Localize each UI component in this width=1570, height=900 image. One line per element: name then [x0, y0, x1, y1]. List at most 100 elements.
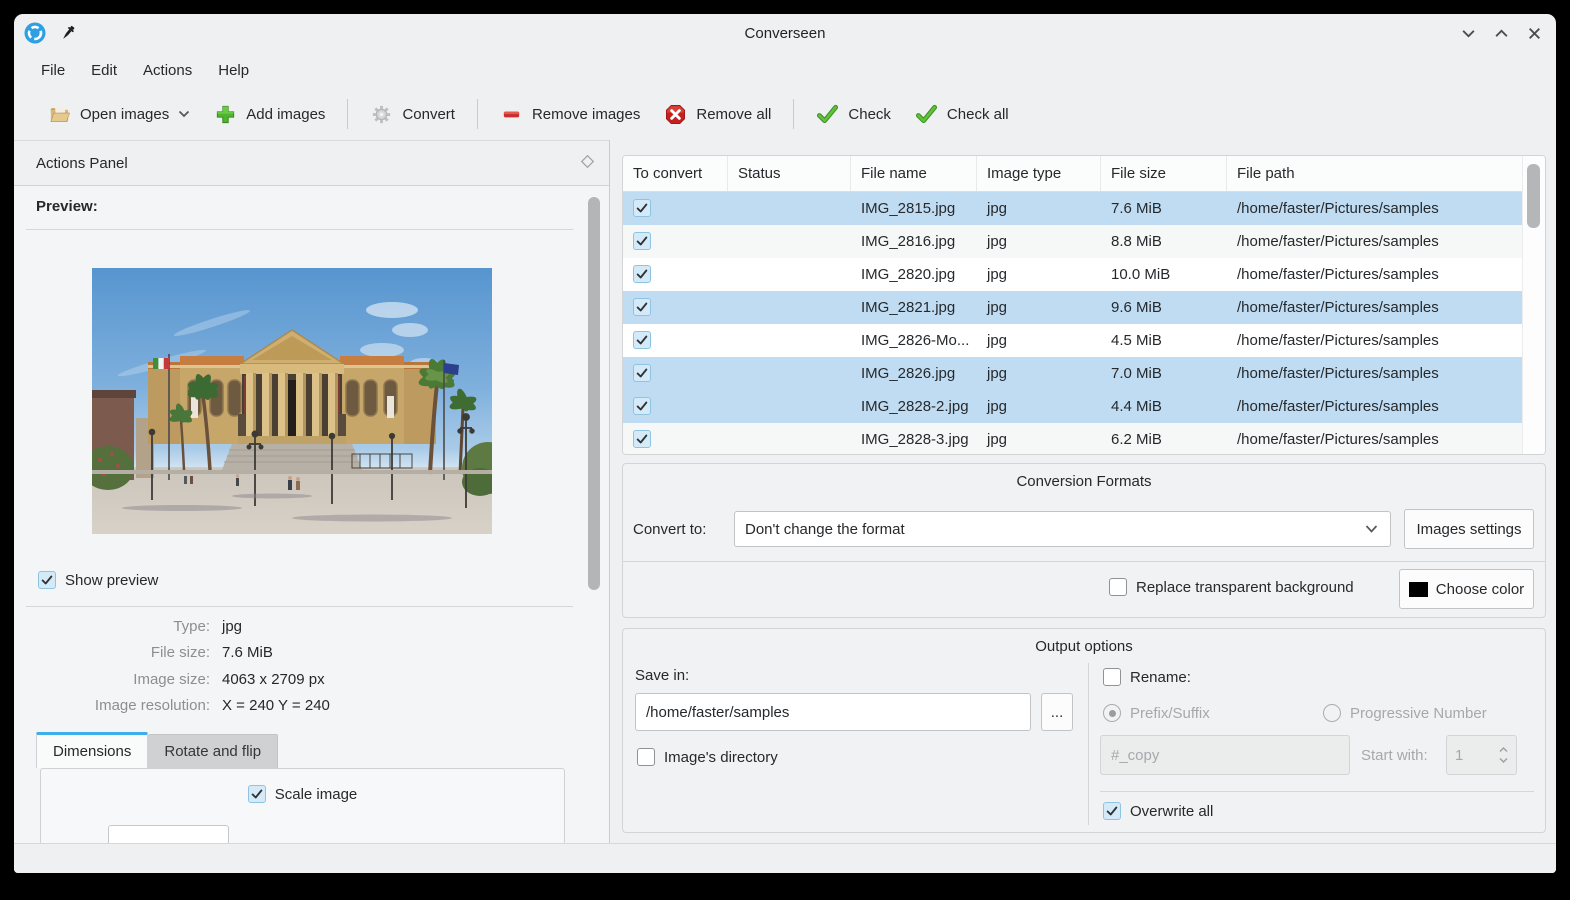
- to-convert-checkbox[interactable]: [633, 232, 651, 250]
- table-row[interactable]: IMG_2816.jpgjpg8.8 MiB/home/faster/Pictu…: [623, 225, 1523, 258]
- open-images-button[interactable]: Open images: [36, 96, 202, 133]
- maximize-button[interactable]: [1494, 26, 1509, 41]
- col-status[interactable]: Status: [728, 156, 851, 191]
- file-path-cell: /home/faster/Pictures/samples: [1227, 266, 1523, 283]
- file-name-cell: IMG_2828-3.jpg: [851, 431, 977, 448]
- overwrite-all-checkbox[interactable]: [1103, 802, 1121, 820]
- file-size-cell: 7.6 MiB: [1101, 200, 1227, 217]
- col-file-name[interactable]: File name: [851, 156, 977, 191]
- divider: [1088, 663, 1089, 825]
- image-type-cell: jpg: [977, 431, 1101, 448]
- table-row[interactable]: IMG_2828-2.jpgjpg4.4 MiB/home/faster/Pic…: [623, 390, 1523, 423]
- remove-images-label: Remove images: [532, 106, 640, 123]
- remove-all-label: Remove all: [696, 106, 771, 123]
- info-row-filesize: File size: 7.6 MiB: [14, 644, 574, 666]
- file-table: To convert Status File name Image type F…: [622, 155, 1546, 455]
- main-panel: To convert Status File name Image type F…: [622, 140, 1546, 843]
- tab-dimensions[interactable]: Dimensions: [36, 732, 148, 768]
- table-scrollbar-thumb[interactable]: [1527, 164, 1540, 228]
- add-images-button[interactable]: Add images: [202, 96, 337, 133]
- prefix-suffix-row: Prefix/Suffix: [1103, 704, 1210, 722]
- save-path-input[interactable]: /home/faster/samples: [635, 693, 1031, 731]
- convert-button[interactable]: Convert: [358, 96, 467, 133]
- file-name-cell: IMG_2816.jpg: [851, 233, 977, 250]
- start-with-spinner[interactable]: 1: [1446, 735, 1517, 775]
- image-type-cell: jpg: [977, 233, 1101, 250]
- file-size-cell: 4.4 MiB: [1101, 398, 1227, 415]
- to-convert-checkbox[interactable]: [633, 364, 651, 382]
- chevron-down-icon: [1365, 521, 1378, 538]
- menu-file[interactable]: File: [28, 56, 78, 85]
- preview-image: [92, 268, 492, 534]
- choose-color-button[interactable]: Choose color: [1399, 569, 1534, 609]
- close-button[interactable]: [1527, 26, 1542, 41]
- dock-float-icon[interactable]: [580, 154, 595, 173]
- table-row[interactable]: IMG_2828-3.jpgjpg6.2 MiB/home/faster/Pic…: [623, 423, 1523, 455]
- menu-help[interactable]: Help: [205, 56, 262, 85]
- col-image-type[interactable]: Image type: [977, 156, 1101, 191]
- replace-bg-checkbox[interactable]: [1109, 578, 1127, 596]
- to-convert-checkbox[interactable]: [633, 265, 651, 283]
- open-images-label: Open images: [80, 106, 169, 123]
- show-preview-row: Show preview: [38, 571, 158, 589]
- dock-scrollbar[interactable]: [588, 197, 600, 590]
- tab-rotate-flip[interactable]: Rotate and flip: [148, 734, 278, 768]
- to-convert-checkbox[interactable]: [633, 331, 651, 349]
- file-size-cell: 9.6 MiB: [1101, 299, 1227, 316]
- check-icon: [816, 103, 839, 126]
- to-convert-checkbox[interactable]: [633, 430, 651, 448]
- file-path-cell: /home/faster/Pictures/samples: [1227, 299, 1523, 316]
- rename-label: Rename:: [1130, 669, 1191, 686]
- to-convert-checkbox[interactable]: [633, 397, 651, 415]
- prefix-suffix-label: Prefix/Suffix: [1130, 705, 1210, 722]
- width-spinbox[interactable]: [108, 825, 229, 843]
- remove-all-button[interactable]: Remove all: [652, 96, 783, 133]
- file-name-cell: IMG_2826-Mo...: [851, 332, 977, 349]
- images-settings-button[interactable]: Images settings: [1404, 509, 1534, 549]
- rename-checkbox[interactable]: [1103, 668, 1121, 686]
- scale-image-checkbox[interactable]: [248, 785, 266, 803]
- check-all-button[interactable]: Check all: [903, 96, 1021, 133]
- menu-edit[interactable]: Edit: [78, 56, 130, 85]
- table-row[interactable]: IMG_2826-Mo...jpg4.5 MiB/home/faster/Pic…: [623, 324, 1523, 357]
- prefix-suffix-radio[interactable]: [1103, 704, 1121, 722]
- file-path-cell: /home/faster/Pictures/samples: [1227, 398, 1523, 415]
- image-type-cell: jpg: [977, 266, 1101, 283]
- format-select-value: Don't change the format: [745, 521, 905, 538]
- progressive-number-radio[interactable]: [1323, 704, 1341, 722]
- minimize-button[interactable]: [1461, 26, 1476, 41]
- table-row[interactable]: IMG_2826.jpgjpg7.0 MiB/home/faster/Pictu…: [623, 357, 1523, 390]
- table-scrollbar[interactable]: [1522, 156, 1545, 454]
- info-label: File size:: [14, 644, 210, 666]
- output-options-title: Output options: [623, 638, 1545, 655]
- images-directory-checkbox[interactable]: [637, 748, 655, 766]
- info-value: 7.6 MiB: [222, 644, 273, 666]
- show-preview-label: Show preview: [65, 572, 158, 589]
- show-preview-checkbox[interactable]: [38, 571, 56, 589]
- to-convert-checkbox[interactable]: [633, 199, 651, 217]
- rename-pattern-value: #_copy: [1111, 747, 1159, 764]
- divider: [1100, 791, 1534, 792]
- table-row[interactable]: IMG_2821.jpgjpg9.6 MiB/home/faster/Pictu…: [623, 291, 1523, 324]
- remove-images-button[interactable]: Remove images: [488, 96, 652, 133]
- table-row[interactable]: IMG_2820.jpgjpg10.0 MiB/home/faster/Pict…: [623, 258, 1523, 291]
- menu-actions[interactable]: Actions: [130, 56, 205, 85]
- check-button[interactable]: Check: [804, 96, 903, 133]
- rename-pattern-input[interactable]: #_copy: [1100, 735, 1350, 775]
- spinner-arrows-icon[interactable]: [1499, 747, 1508, 763]
- table-row[interactable]: IMG_2815.jpgjpg7.6 MiB/home/faster/Pictu…: [623, 192, 1523, 225]
- format-select[interactable]: Don't change the format: [734, 511, 1391, 547]
- file-size-cell: 6.2 MiB: [1101, 431, 1227, 448]
- titlebar[interactable]: Converseen: [14, 14, 1556, 52]
- content: Actions Panel Preview:: [14, 140, 1556, 843]
- col-file-path[interactable]: File path: [1227, 156, 1523, 191]
- col-file-size[interactable]: File size: [1101, 156, 1227, 191]
- start-with-label: Start with:: [1361, 747, 1428, 764]
- add-images-label: Add images: [246, 106, 325, 123]
- col-to-convert[interactable]: To convert: [623, 156, 728, 191]
- browse-button[interactable]: ...: [1041, 693, 1073, 731]
- color-swatch: [1409, 582, 1428, 597]
- progressive-number-row: Progressive Number: [1323, 704, 1487, 722]
- file-path-cell: /home/faster/Pictures/samples: [1227, 332, 1523, 349]
- to-convert-checkbox[interactable]: [633, 298, 651, 316]
